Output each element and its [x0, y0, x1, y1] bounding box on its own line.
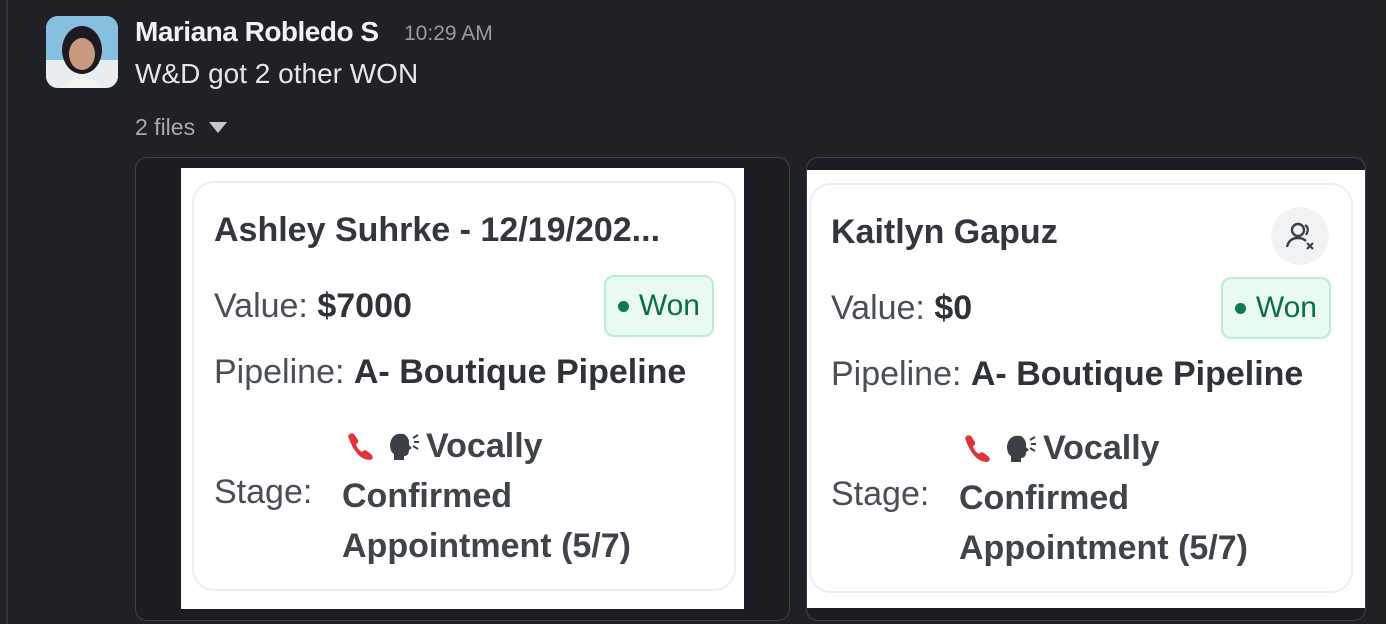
sender-name[interactable]: Mariana Robledo S [135, 16, 379, 48]
message-text: W&D got 2 other WON [135, 58, 419, 89]
files-toggle[interactable]: 2 files [135, 114, 228, 141]
deal-name: Kaitlyn Gapuz [831, 213, 1058, 251]
phone-icon [965, 435, 990, 462]
pipeline: Pipeline: A- Boutique Pipeline [831, 355, 1304, 393]
pipeline: Pipeline: A- Boutique Pipeline [214, 353, 687, 391]
status-badge: Won [1220, 277, 1331, 339]
caret-down-icon [209, 122, 228, 133]
contact-remove-icon [1271, 207, 1329, 265]
attachment-image-2[interactable]: Kaitlyn Gapuz Value: $0 Won Pipeline: A-… [806, 157, 1366, 621]
attachment-preview: Kaitlyn Gapuz Value: $0 Won Pipeline: A-… [807, 170, 1365, 608]
attachment-image-1[interactable]: Ashley Suhrke - 12/19/202... Value: $700… [135, 157, 790, 621]
status-badge: Won [603, 275, 714, 337]
status-dot-icon [617, 300, 629, 312]
deal-name: Ashley Suhrke - 12/19/202... [214, 211, 661, 249]
phone-icon [348, 433, 373, 460]
stage-label: Stage: [214, 473, 313, 511]
speaking-head-icon [1007, 435, 1036, 462]
attachment-preview: Ashley Suhrke - 12/19/202... Value: $700… [181, 168, 744, 609]
stage-value: Vocally Confirmed Appointment (5/7) [342, 427, 631, 565]
deal-value: Value: $0 [831, 289, 973, 327]
stage-value: Vocally Confirmed Appointment (5/7) [959, 429, 1248, 567]
status-label: Won [638, 289, 700, 322]
deal-card: Ashley Suhrke - 12/19/202... Value: $700… [192, 181, 736, 591]
deal-card: Kaitlyn Gapuz Value: $0 Won Pipeline: A-… [809, 183, 1353, 593]
timestamp[interactable]: 10:29 AM [404, 22, 493, 46]
avatar[interactable] [46, 16, 118, 88]
speaking-head-icon [390, 433, 419, 460]
deal-value: Value: $7000 [214, 287, 412, 325]
status-label: Won [1255, 291, 1317, 324]
status-dot-icon [1234, 302, 1246, 314]
thread-divider [6, 0, 8, 624]
files-label: 2 files [135, 114, 196, 140]
stage-label: Stage: [831, 475, 930, 513]
